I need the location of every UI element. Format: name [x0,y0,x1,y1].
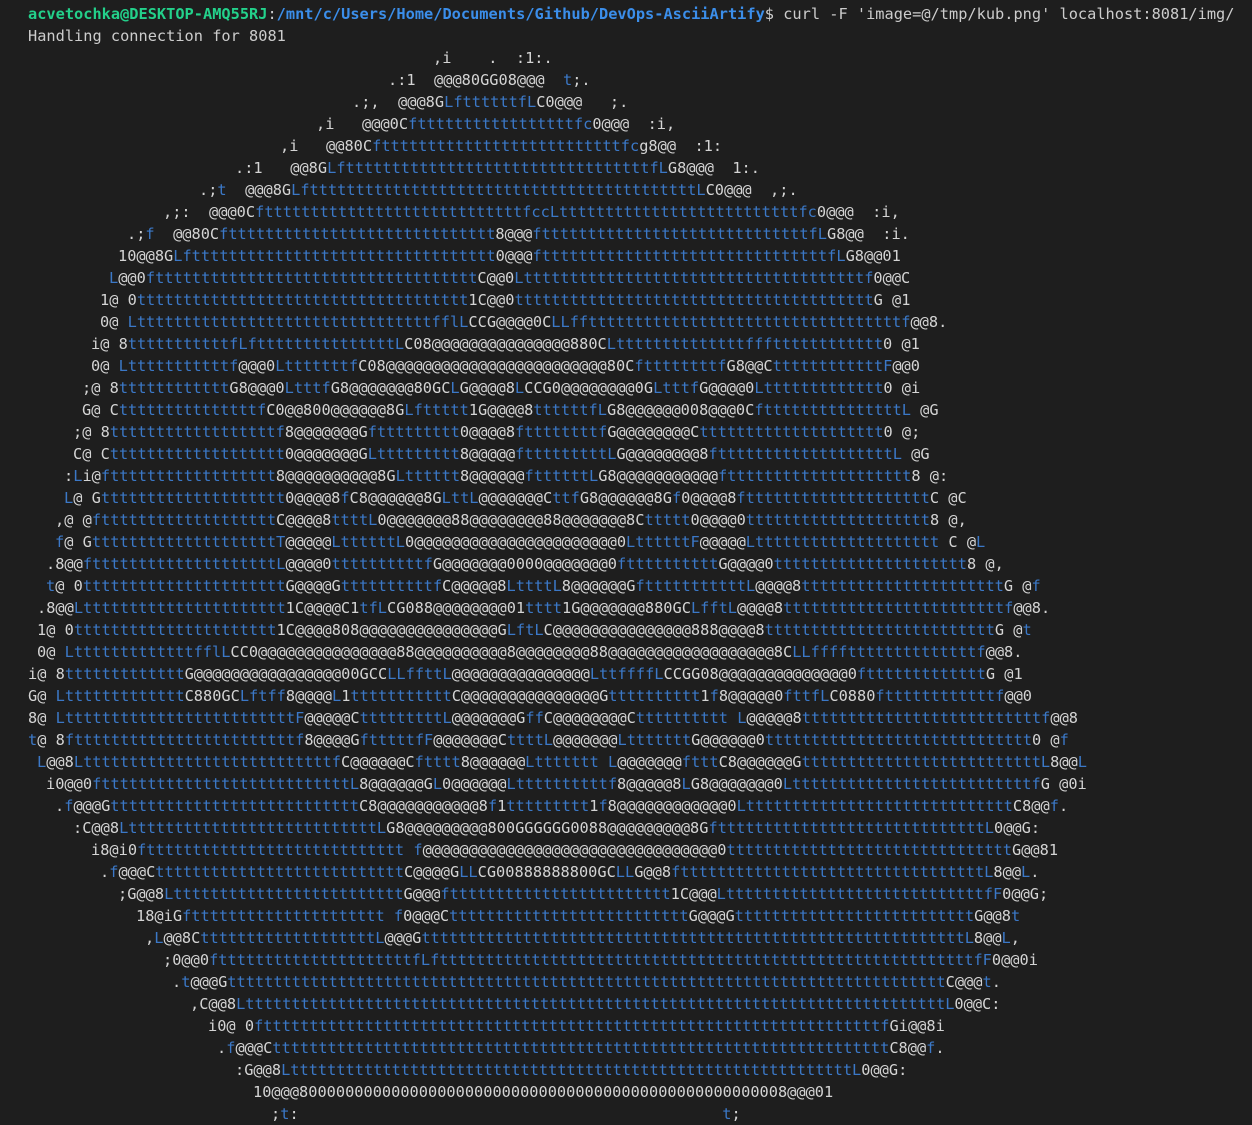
ascii-art-line: 1@ 0tttttttttttttttttttttt1C@@@@808@@@@@… [37,621,1032,639]
ascii-art-line: ,i . :1:. [433,49,553,67]
ascii-art-line: C@ Cttttttttttttttttttt0@@@@@@@GLttttttt… [73,445,930,463]
current-directory: /mnt/c/Users/Home/Documents/Github/DevOp… [276,5,765,23]
ascii-art-line: i8@i0ftttttttttttttttttttttttttttt f@@@@… [91,841,1059,859]
ascii-art-line: .t@@@Gtttttttttttttttttttttttttttttttttt… [172,973,1001,991]
ascii-art-line: f@ GttttttttttttttttttttT@@@@@LttttttL0@… [55,533,986,551]
ascii-art-line: L@ Gtttttttttttttttttttt0@@@@8fC8@@@@@@8… [64,489,967,507]
ascii-art-line: i@ 8tttttttttttfLftttttttttttttttLC08@@@… [91,335,920,353]
prompt-symbol: $ [764,5,774,23]
ascii-art-line: :C@@8LtttttttttttttttttttttttttttLG8@@@@… [73,819,1041,837]
user-host: acvetochka@DESKTOP-AMQ55RJ [28,5,268,23]
ascii-art-line: ,i @@80Cfttttttttttttttttttttttttttfcg8@… [280,137,723,155]
ascii-art-line: 1@ 0tttttttttttttttttttttttttttttttttttt… [100,291,911,309]
terminal-window[interactable]: acvetochka@DESKTOP-AMQ55RJ:/mnt/c/Users/… [0,0,1252,1123]
ascii-art-line: 0@ LttttttttttttttttttttttttttttttttfflL… [100,313,948,331]
ascii-art-line: 8@ LtttttttttttttttttttttttttF@@@@@Ctttt… [28,709,1078,727]
ascii-art-line: .;, @@@8GLfttttttfLC0@@@ ;. [352,93,629,111]
ascii-art-line: ,L@@8CtttttttttttttttttttL@@@Gtttttttttt… [145,929,1020,947]
ascii-art-line: .f@@@CtttttttttttttttttttttttttttC@@@@GL… [100,863,1040,881]
ascii-art-line: :Li@ftttttttttttttttttt8@@@@@@@@@@8GLttt… [64,467,949,485]
ascii-art-line: ,C@@8Ltttttttttttttttttttttttttttttttttt… [190,995,1001,1013]
ascii-art-line: i0@@0ftttttttttttttttttttttttttttL8@@@@@… [46,775,1087,793]
ascii-art-line: 10@@8GLftttttttttttttttttttttttttttttttt… [118,247,901,265]
ascii-art-line: .8@@Ltttttttttttttttttttttt1C@@@@C1tfLCG… [37,599,1051,617]
ascii-art-output: ,i . :1:. .:1 @@@80GG08@@@ t;. .;, @@@8GLf… [0,47,1252,1123]
ascii-art-line: .f@@@GtttttttttttttttttttttttttttC8@@@@@… [55,797,1069,815]
ascii-art-line: :G@@8Ltttttttttttttttttttttttttttttttttt… [235,1061,908,1079]
ascii-art-line: t@ 0ttttttttttttttttttttttG@@@@Gtttttttt… [46,577,1041,595]
ascii-art-line: ;@ 8ttttttttttttG8@@@0LtttfG8@@@@@@@80GC… [82,379,921,397]
ascii-art-line: .:1 @@8GLftttttttttttttttttttttttttttttt… [235,159,760,177]
ascii-art-line: ;@ 8ttttttttttttttttttf8@@@@@@@Gfttttttt… [73,423,921,441]
ascii-art-line: i@ 8tttttttttttttG@@@@@@@@@@@@@@@@00GCCL… [28,665,1023,683]
ascii-art-line: .:1 @@@80GG08@@@ t;. [388,71,591,89]
ascii-art-line: 0@ LtttttttttttttfflLCC0@@@@@@@@@@@@@@@8… [37,643,1023,661]
status-line: Handling connection for 8081 [28,27,286,45]
ascii-art-line: ,;: @@@0Cfttttttttttttttttttttttttttttfc… [163,203,900,221]
path-separator: : [267,5,277,23]
ascii-art-line: 18@iGfttttttttttttttttttttt f0@@@Ctttttt… [136,907,1021,925]
ascii-art-line: ;G@@8LtttttttttttttttttttttttttG@@@ftttt… [118,885,1049,903]
ascii-art-line: t@ 8fttttttttttttttttttttttttf8@@@@Gfttt… [28,731,1069,749]
ascii-art-line: G@ LtttttttttttttC880GCLftff8@@@@L1ttttt… [28,687,1032,705]
ascii-art-line: ,@ @ftttttttttttttttttttC@@@@8ttttL0@@@@… [55,511,967,529]
ascii-art-line: i0@ 0ftttttttttttttttttttttttttttttttttt… [208,1017,945,1035]
ascii-art-line: .;f @@80Cfttttttttttttttttttttttttttttt8… [127,225,910,243]
prompt-line: acvetochka@DESKTOP-AMQ55RJ:/mnt/c/Users/… [28,3,1234,25]
ascii-art-line: 0@ Ltttttttttttf@@@0LtttttttfC08@@@@@@@@… [91,357,920,375]
ascii-art-line: ;0@@0ftttttttttttttttttttttfLftttttttttt… [163,951,1038,969]
ascii-art-line: G@ CtttttttttttttttfC0@@800@@@@@@8GLfttt… [82,401,939,419]
ascii-art-line: 10@@@80000000000000000000000000000000000… [253,1083,834,1101]
ascii-art-line: .f@@@Ctttttttttttttttttttttttttttttttttt… [217,1039,945,1057]
ascii-art-line: .;t @@@8GLfttttttttttttttttttttttttttttt… [199,181,798,199]
ascii-art-line: .8@@fttttttttttttttttttttL@@@@0ttttttttt… [46,555,1004,573]
ascii-art-line: ,i @@@0Cftttttttttttttttttfc0@@@ :i, [316,115,676,133]
command-text: curl -F 'image=@/tmp/kub.png' localhost:… [774,5,1235,23]
ascii-art-line: L@@8LtttttttttttttttttttttttttttfC@@@@@@… [37,753,1087,771]
ascii-art-line: L@@0fttttttttttttttttttttttttttttttttttt… [109,269,911,287]
